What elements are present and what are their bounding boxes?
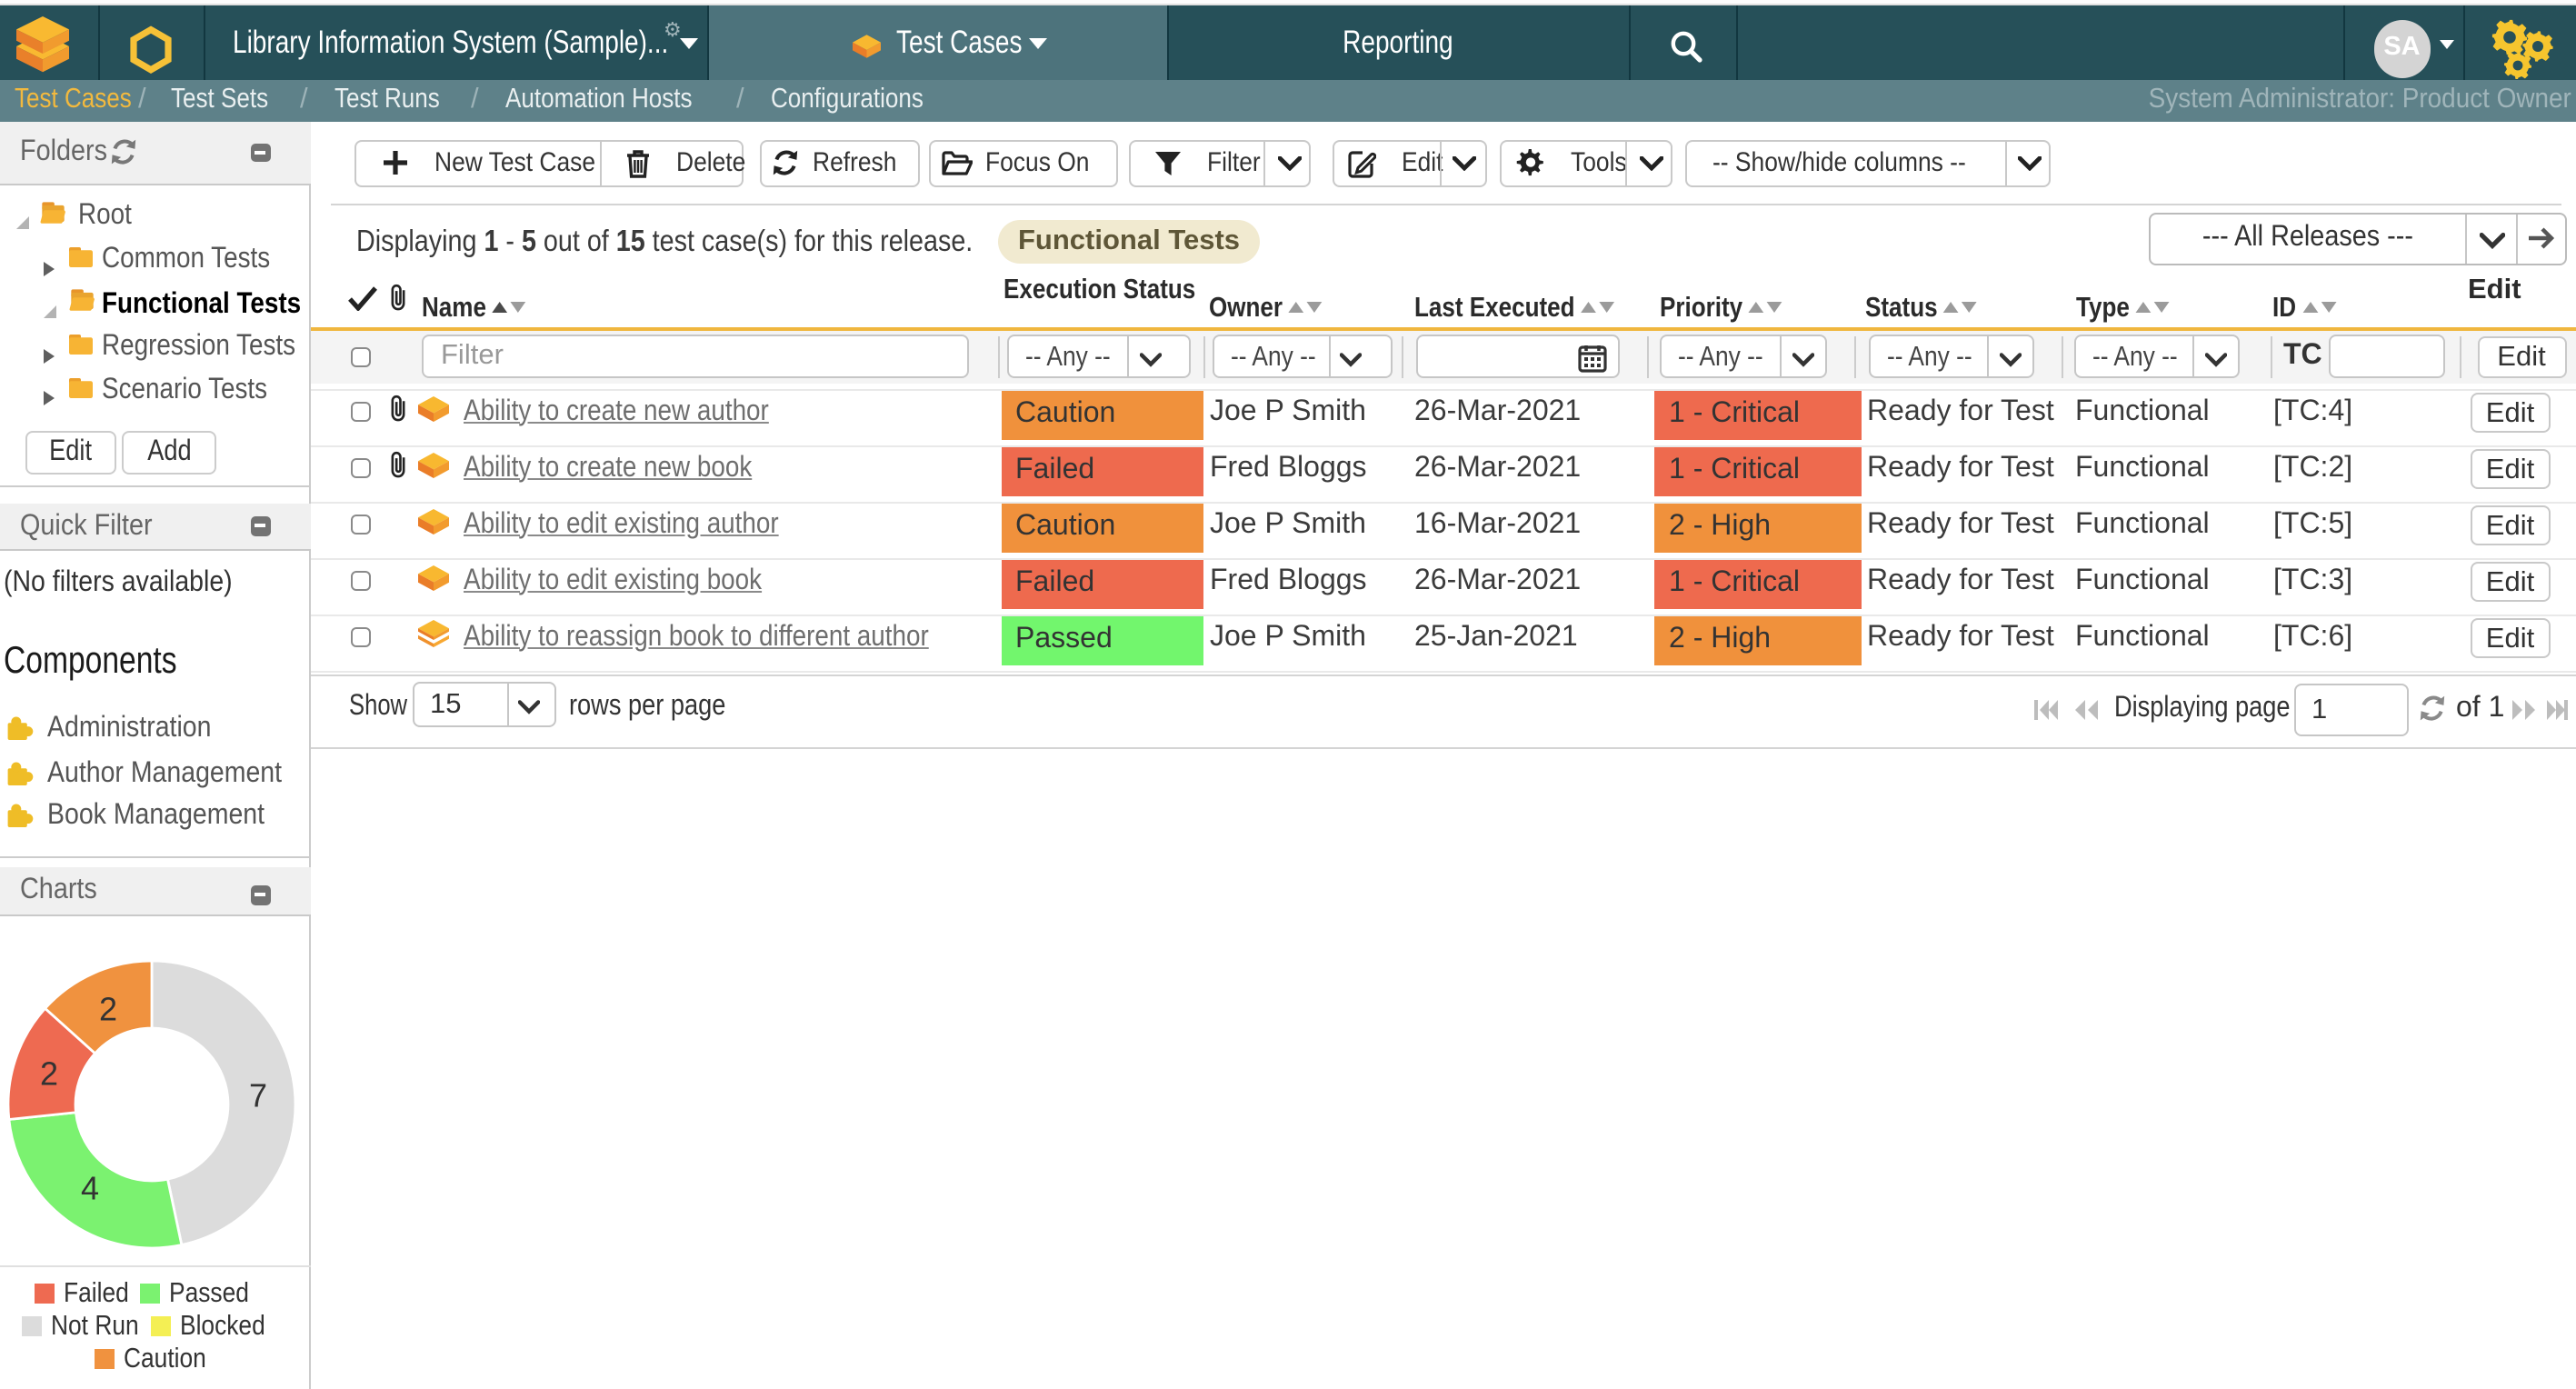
svg-text:2: 2 [99,991,117,1028]
svg-text:2: 2 [40,1055,58,1093]
svg-text:7: 7 [249,1077,267,1114]
svg-text:4: 4 [81,1170,99,1207]
